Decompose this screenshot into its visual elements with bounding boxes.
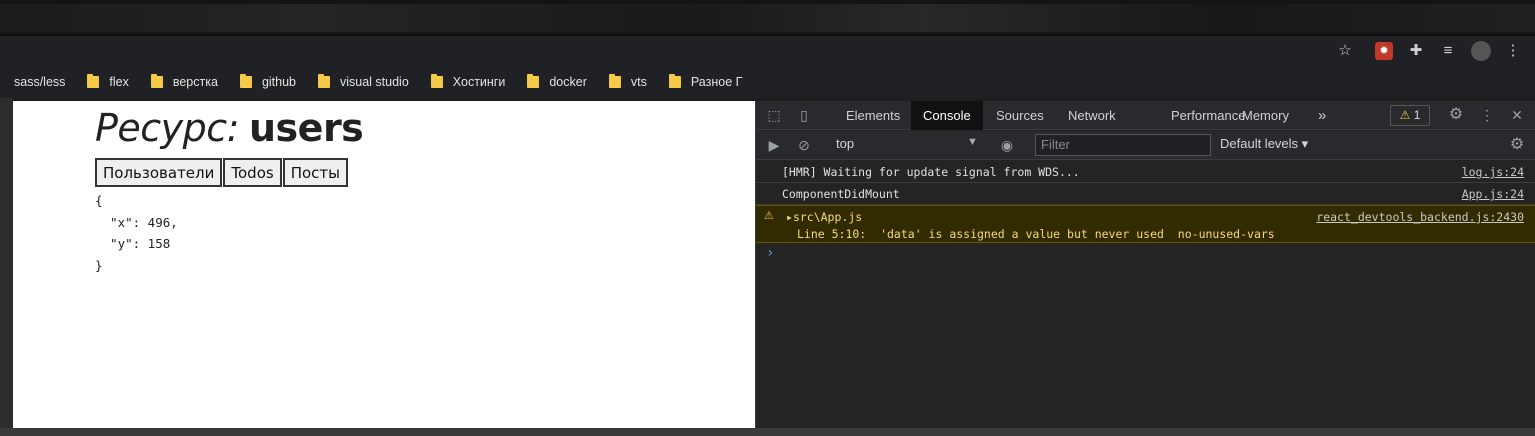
json-line: { (95, 193, 103, 208)
bookmark-label: верстка (172, 75, 218, 89)
close-devtools-icon[interactable]: ✕ (1507, 106, 1527, 124)
bookmark-label: vts (630, 75, 647, 89)
console-message[interactable]: ComponentDidMount App.js:24 (756, 183, 1535, 205)
todos-button[interactable]: Todos (223, 158, 282, 187)
console-message[interactable]: [HMR] Waiting for update signal from WDS… (756, 161, 1535, 183)
log-source-link[interactable]: log.js:24 (1462, 165, 1524, 179)
folder-icon (608, 74, 621, 88)
tab-strip (0, 4, 1535, 32)
tab-network[interactable]: Network (1056, 101, 1128, 130)
warning-icon: ⚠ (764, 209, 774, 222)
log-levels-dropdown[interactable]: Default levels ▾ (1220, 136, 1308, 152)
console-toolbar: ▶ ⊘ top ▼ ◉ Filter Default levels ▾ ⚙ (756, 131, 1535, 160)
window-edge (0, 98, 13, 436)
extension-red-icon[interactable]: ✹ (1375, 42, 1393, 60)
json-line: } (95, 257, 103, 273)
browser-toolbar: ☆ ✹ ✚ ≡ ⋮ (0, 36, 1535, 66)
bookmark-folder-docker[interactable]: docker (527, 74, 587, 89)
clear-console-icon[interactable]: ⊘ (794, 136, 814, 154)
bookmark-folder-visual-studio[interactable]: visual studio (318, 74, 409, 89)
bookmark-label: sass/less (14, 75, 66, 89)
filter-input[interactable]: Filter (1035, 134, 1211, 156)
media-queue-icon[interactable]: ≡ (1438, 41, 1458, 61)
puzzle-icon[interactable]: ✚ (1406, 41, 1426, 61)
warning-icon: ⚠ (1399, 108, 1411, 122)
tab-elements[interactable]: Elements (834, 101, 912, 130)
customize-menu-icon[interactable]: ⋮ (1477, 106, 1497, 124)
folder-icon (318, 74, 330, 88)
folder-icon (430, 74, 443, 88)
sidebar-toggle-icon[interactable]: ▶ (764, 136, 784, 154)
bookmark-label: Хостинги (452, 75, 506, 89)
folder-icon (527, 74, 540, 88)
browser-titlebar (0, 0, 1535, 36)
folder-icon (668, 74, 681, 88)
devtools-tabbar: ⬚ ▯ Elements Console Sources Network Per… (756, 101, 1535, 130)
tab-console[interactable]: Console (911, 101, 983, 130)
folder-icon (150, 74, 163, 88)
folder-icon (87, 74, 100, 88)
bookmark-folder-verstka[interactable]: верстка (150, 74, 218, 89)
warning-expand-toggle[interactable]: ▸src\App.js (786, 210, 862, 224)
console-settings-gear-icon[interactable]: ⚙ (1507, 136, 1527, 154)
profile-avatar[interactable] (1471, 41, 1491, 61)
bookmark-folder-github[interactable]: github (239, 74, 296, 89)
bookmark-sass-less[interactable]: sass/less (14, 75, 65, 89)
resource-buttons: Пользователи Todos Посты (95, 158, 349, 187)
bookmark-label: flex (109, 75, 129, 89)
page-title: Ресурс: users (95, 106, 364, 150)
device-toolbar-icon[interactable]: ▯ (794, 106, 814, 124)
bookmark-folder-misc[interactable]: Разное Г (668, 74, 743, 89)
inspect-element-icon[interactable]: ⬚ (764, 106, 784, 124)
console-warning[interactable]: ⚠ ▸src\App.js react_devtools_backend.js:… (756, 205, 1535, 243)
log-text: ComponentDidMount (782, 187, 900, 201)
live-expression-eye-icon[interactable]: ◉ (997, 136, 1017, 154)
bookmarks-bar: sass/less flex верстка github visual stu… (0, 66, 1535, 98)
window-bottom-edge (0, 428, 1535, 436)
settings-gear-icon[interactable]: ⚙ (1446, 106, 1466, 124)
posts-button[interactable]: Посты (282, 158, 348, 187)
json-line: "y": 158 (95, 236, 171, 251)
warning-count-badge[interactable]: ⚠ 1 (1390, 105, 1430, 126)
context-selector[interactable]: top (836, 136, 854, 151)
bookmark-label: Разное Г (690, 75, 743, 89)
json-line: "x": 496, (95, 214, 178, 230)
warning-count: 1 (1413, 108, 1421, 122)
warning-detail: Line 5:10: 'data' is assigned a value bu… (797, 227, 1275, 241)
bookmark-folder-vts[interactable]: vts (608, 74, 647, 89)
bookmark-label: visual studio (340, 75, 409, 89)
more-tabs-button[interactable]: » (1306, 101, 1338, 130)
context-dropdown-icon[interactable]: ▼ (967, 136, 978, 148)
log-text: [HMR] Waiting for update signal from WDS… (782, 165, 1080, 179)
console-prompt[interactable]: › (766, 245, 774, 261)
json-output: { "x": 496, "y": 158 } (95, 190, 178, 276)
log-source-link[interactable]: App.js:24 (1462, 187, 1524, 201)
page-viewport: Ресурс: users Пользователи Todos Посты { … (13, 101, 755, 428)
title-resource: users (249, 106, 364, 150)
devtools-panel: ⬚ ▯ Elements Console Sources Network Per… (755, 101, 1535, 428)
folder-icon (239, 74, 252, 88)
title-label: Ресурс: (95, 106, 240, 150)
bookmark-label: github (261, 75, 296, 89)
bookmark-label: docker (549, 75, 587, 89)
users-button[interactable]: Пользователи (95, 158, 223, 187)
star-icon[interactable]: ☆ (1335, 41, 1355, 61)
bookmark-folder-hosting[interactable]: Хостинги (430, 74, 506, 89)
tab-sources[interactable]: Sources (984, 101, 1056, 130)
bookmark-folder-flex[interactable]: flex (87, 74, 129, 89)
tab-memory[interactable]: Memory (1230, 101, 1301, 130)
log-source-link[interactable]: react_devtools_backend.js:2430 (1316, 210, 1524, 224)
log-text: src\App.js (792, 210, 863, 224)
menu-dots-icon[interactable]: ⋮ (1503, 41, 1523, 61)
